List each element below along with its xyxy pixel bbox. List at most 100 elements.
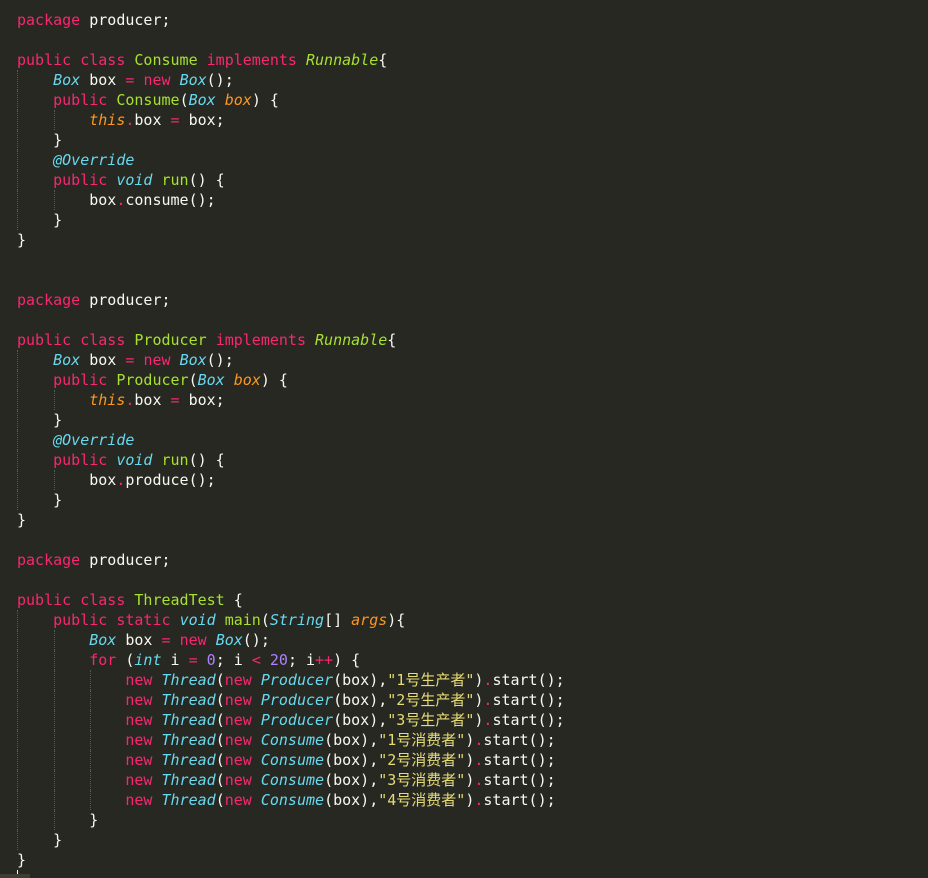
indent-guide [17, 210, 18, 230]
code-token: Consume [260, 771, 325, 789]
code-line[interactable]: public Producer(Box box) { [0, 370, 565, 390]
code-line[interactable]: public void run() { [0, 170, 565, 190]
code-line[interactable]: } [0, 230, 565, 250]
code-view[interactable]: package producer; public class Consume i… [0, 10, 565, 870]
code-line[interactable]: } [0, 510, 565, 530]
code-line[interactable]: } [0, 490, 565, 510]
code-token: new [224, 691, 252, 709]
code-token: ( [215, 711, 225, 729]
code-token: new [224, 671, 252, 689]
code-line[interactable] [0, 570, 565, 590]
code-line[interactable]: public class Producer implements Runnabl… [0, 330, 565, 350]
code-token: args [351, 611, 388, 629]
code-token: Consume [260, 731, 325, 749]
code-token: () { [188, 451, 225, 469]
code-token: start(); [483, 771, 556, 789]
code-line[interactable]: new Thread(new Consume(box),"3号消费者").sta… [0, 770, 565, 790]
code-line[interactable] [0, 310, 565, 330]
code-line[interactable] [0, 530, 565, 550]
code-token: producer; [80, 11, 171, 29]
code-token: Producer [260, 691, 334, 709]
code-token: static [116, 611, 171, 629]
code-token: i [161, 651, 189, 669]
code-line[interactable]: public void run() { [0, 450, 565, 470]
code-line[interactable]: } [0, 810, 565, 830]
code-line[interactable]: new Thread(new Producer(box),"1号生产者").st… [0, 670, 565, 690]
code-token: new [224, 791, 252, 809]
horizontal-scrollbar[interactable] [0, 874, 30, 878]
code-line[interactable]: package producer; [0, 10, 565, 30]
code-line[interactable]: public class Consume implements Runnable… [0, 50, 565, 70]
code-line[interactable] [0, 270, 565, 290]
indent-guide [17, 610, 18, 630]
code-line[interactable] [0, 30, 565, 50]
code-line[interactable]: this.box = box; [0, 390, 565, 410]
code-token: = [188, 651, 198, 669]
code-token: box [233, 371, 261, 389]
code-line[interactable]: package producer; [0, 550, 565, 570]
code-editor[interactable]: package producer; public class Consume i… [0, 0, 928, 878]
indent-guide [90, 770, 92, 790]
code-line[interactable]: box.consume(); [0, 190, 565, 210]
code-token: int [134, 651, 162, 669]
code-line[interactable]: new Thread(new Consume(box),"1号消费者").sta… [0, 730, 565, 750]
code-token: box [134, 111, 171, 129]
code-token: ( [215, 771, 225, 789]
indent-guide [17, 370, 18, 390]
code-line[interactable]: Box box = new Box(); [0, 70, 565, 90]
code-line[interactable]: Box box = new Box(); [0, 630, 565, 650]
code-token: Consume [260, 791, 325, 809]
code-token: [] [324, 611, 352, 629]
code-line[interactable]: this.box = box; [0, 110, 565, 130]
code-line[interactable]: } [0, 410, 565, 430]
code-line[interactable]: @Override [0, 430, 565, 450]
code-line[interactable]: new Thread(new Producer(box),"2号生产者").st… [0, 690, 565, 710]
code-line[interactable]: new Thread(new Consume(box),"2号消费者").sta… [0, 750, 565, 770]
code-token: "1号生产者" [387, 671, 475, 689]
code-token: public [17, 51, 72, 69]
code-line[interactable]: } [0, 210, 565, 230]
code-line[interactable]: package producer; [0, 290, 565, 310]
code-token: run [161, 171, 189, 189]
code-line[interactable]: @Override [0, 150, 565, 170]
code-line[interactable]: } [0, 850, 565, 870]
code-line[interactable]: } [0, 130, 565, 150]
code-line[interactable]: for (int i = 0; i < 20; i++) { [0, 650, 565, 670]
indent-guide [53, 630, 55, 650]
code-line[interactable]: new Thread(new Consume(box),"4号消费者").sta… [0, 790, 565, 810]
code-line[interactable]: box.produce(); [0, 470, 565, 490]
code-line[interactable] [0, 250, 565, 270]
indent-guide [17, 110, 18, 130]
indent-guide [53, 690, 55, 710]
code-token: ( [116, 651, 135, 669]
indent-guide [17, 630, 18, 650]
code-token: box [224, 91, 252, 109]
code-token: Consume [116, 91, 180, 109]
code-token: package [17, 551, 81, 569]
code-line[interactable]: Box box = new Box(); [0, 350, 565, 370]
indent-guide [17, 830, 18, 850]
code-token: new [125, 711, 153, 729]
code-line[interactable]: new Thread(new Producer(box),"3号生产者").st… [0, 710, 565, 730]
code-line[interactable]: } [0, 830, 565, 850]
code-token: public [17, 591, 72, 609]
code-line[interactable]: public static void main(String[] args){ [0, 610, 565, 630]
indent-guide [53, 470, 55, 490]
code-line[interactable]: public class ThreadTest { [0, 590, 565, 610]
code-token: producer; [80, 291, 171, 309]
indent-guide [17, 410, 18, 430]
code-line[interactable]: public Consume(Box box) { [0, 90, 565, 110]
